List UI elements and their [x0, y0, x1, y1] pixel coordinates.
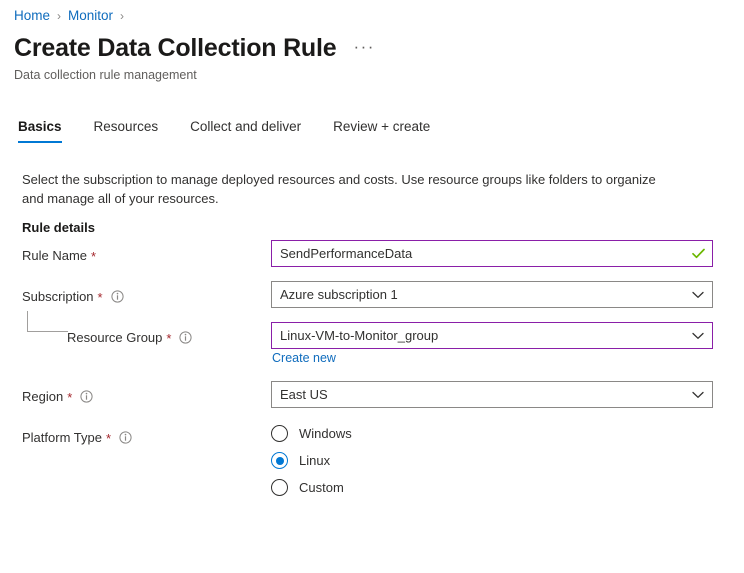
chevron-down-icon[interactable]	[684, 291, 712, 299]
required-marker: *	[105, 430, 112, 446]
label-rule-name: Rule Name *	[22, 240, 96, 270]
radio-windows[interactable]: Windows	[271, 420, 352, 447]
label-resource-group: Resource Group *	[67, 322, 193, 352]
required-marker: *	[97, 289, 103, 305]
label-region: Region *	[22, 381, 93, 411]
breadcrumb-item-monitor[interactable]: Monitor	[68, 8, 113, 24]
info-icon[interactable]	[119, 430, 132, 444]
page-header: Create Data Collection Rule ···	[14, 33, 375, 63]
info-icon[interactable]	[80, 389, 93, 403]
page-subtitle: Data collection rule management	[14, 68, 197, 82]
required-marker: *	[91, 248, 97, 264]
tab-bar: Basics Resources Collect and deliver Rev…	[18, 118, 462, 148]
rule-name-input[interactable]: SendPerformanceData	[271, 240, 713, 267]
radio-dot	[276, 484, 284, 492]
radio-circle-icon	[271, 425, 288, 442]
rule-name-value[interactable]: SendPerformanceData	[272, 245, 684, 262]
radio-linux[interactable]: Linux	[271, 447, 352, 474]
radio-circle-icon	[271, 452, 288, 469]
resource-group-value[interactable]: Linux-VM-to-Monitor_group	[272, 327, 684, 344]
page-title: Create Data Collection Rule	[14, 34, 337, 62]
tab-collect-and-deliver[interactable]: Collect and deliver	[190, 118, 301, 143]
radio-dot	[275, 456, 284, 465]
label-region-text: Region	[22, 388, 64, 404]
form-row-platform-type: Platform Type *	[0, 422, 744, 452]
breadcrumb: Home › Monitor ›	[14, 8, 131, 24]
radio-dot	[276, 430, 284, 438]
label-subscription: Subscription *	[22, 281, 124, 311]
radio-circle-icon	[271, 479, 288, 496]
section-heading-rule-details: Rule details	[22, 220, 95, 235]
label-rule-name-text: Rule Name	[22, 247, 88, 263]
validation-check-icon	[684, 248, 712, 259]
form-description: Select the subscription to manage deploy…	[22, 172, 656, 206]
tab-review-create[interactable]: Review + create	[333, 118, 430, 143]
radio-linux-label: Linux	[299, 453, 331, 468]
tab-basics[interactable]: Basics	[18, 118, 62, 143]
info-icon[interactable]	[179, 330, 193, 344]
subscription-dropdown[interactable]: Azure subscription 1	[271, 281, 713, 308]
breadcrumb-chevron-icon: ›	[57, 9, 62, 23]
more-options-icon[interactable]: ···	[353, 38, 374, 55]
form-row-rule-name: Rule Name * SendPerformanceData	[0, 240, 744, 270]
label-platform-type-text: Platform Type	[22, 429, 102, 445]
chevron-down-icon[interactable]	[684, 391, 712, 399]
radio-custom-label: Custom	[299, 480, 344, 495]
radio-windows-label: Windows	[299, 426, 352, 441]
label-subscription-text: Subscription	[22, 288, 94, 304]
label-resource-group-text: Resource Group	[67, 329, 163, 345]
chevron-down-icon[interactable]	[684, 332, 712, 340]
required-marker: *	[166, 330, 172, 346]
breadcrumb-item-home[interactable]: Home	[14, 8, 50, 24]
tab-resources[interactable]: Resources	[94, 118, 159, 143]
form-row-subscription: Subscription * Azure subscription 1	[0, 281, 744, 311]
resource-group-dropdown[interactable]: Linux-VM-to-Monitor_group	[271, 322, 713, 349]
breadcrumb-chevron-icon: ›	[120, 9, 125, 23]
info-icon[interactable]	[111, 289, 124, 303]
region-value[interactable]: East US	[272, 386, 684, 403]
label-platform-type: Platform Type *	[22, 422, 132, 452]
radio-custom[interactable]: Custom	[271, 474, 352, 501]
platform-type-radio-group: Windows Linux Custom	[271, 420, 352, 501]
form-row-region: Region * East US	[0, 381, 744, 411]
required-marker: *	[67, 389, 73, 405]
region-dropdown[interactable]: East US	[271, 381, 713, 408]
form-row-resource-group: Resource Group * Linux-VM-to-Monitor_gro…	[0, 322, 744, 352]
create-new-resource-group-link[interactable]: Create new	[272, 350, 336, 366]
subscription-value[interactable]: Azure subscription 1	[272, 286, 684, 303]
